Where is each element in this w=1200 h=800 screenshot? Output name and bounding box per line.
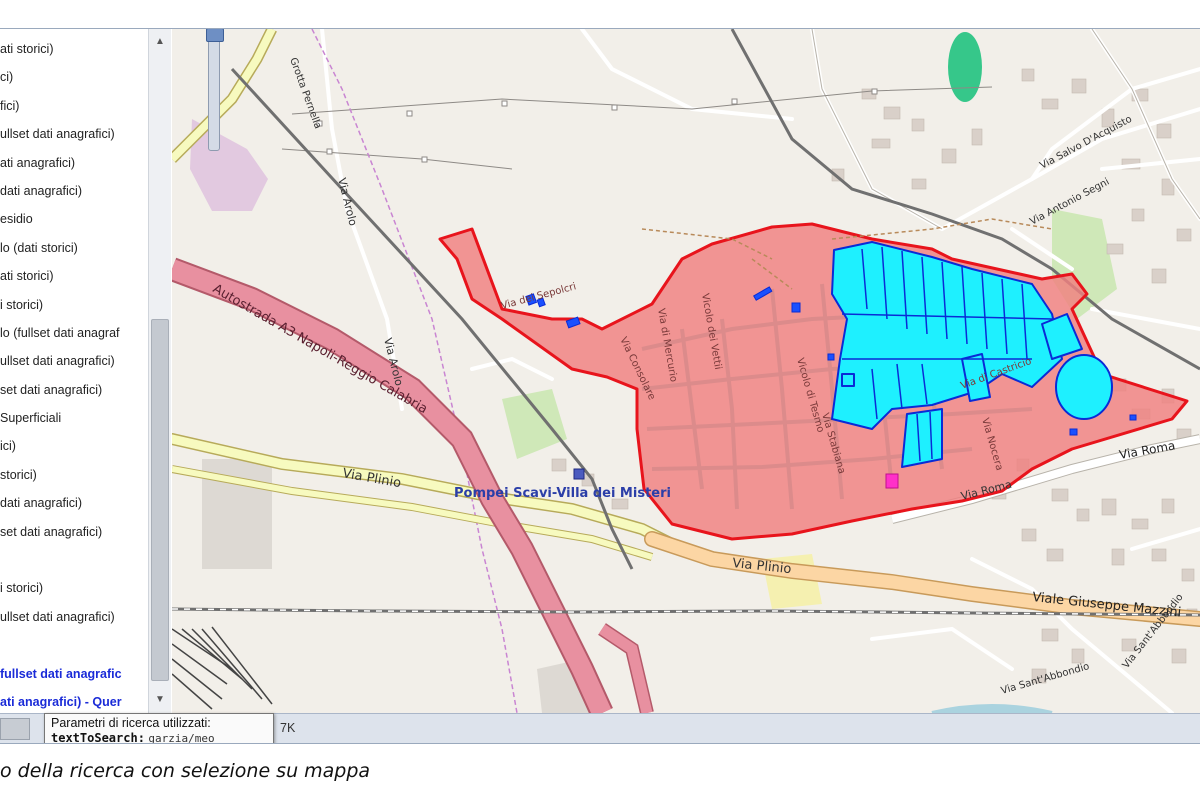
layer-item[interactable]: fici) (0, 92, 148, 120)
layer-item[interactable]: ati storici) (0, 262, 148, 290)
tooltip-key: textToSearch: (51, 731, 145, 744)
layer-item[interactable]: dati anagrafici) (0, 177, 148, 205)
layer-item[interactable]: ci) (0, 63, 148, 91)
app-window: ati storici) ci) fici) ullset dati anagrafi… (0, 28, 1200, 744)
scroll-up-arrow-icon[interactable]: ▲ (149, 31, 171, 53)
layer-item[interactable]: esidio (0, 205, 148, 233)
layer-item[interactable]: i storici) (0, 291, 148, 319)
highlight-point[interactable] (885, 473, 899, 489)
layer-item[interactable]: Superficiali (0, 404, 148, 432)
layer-item[interactable]: ullset dati anagrafici) (0, 603, 148, 631)
status-bar: Parametri di ricerca utilizzati: textToS… (0, 713, 1200, 744)
layer-item[interactable]: ullset dati anagrafici) (0, 347, 148, 375)
figure-caption: o della ricerca con selezione su mappa (0, 760, 371, 782)
map-view[interactable]: Via Plinio Via Plinio Viale Giuseppe Maz… (172, 29, 1200, 713)
tooltip-value: garzia/meo (148, 732, 215, 744)
tooltip-title: Parametri di ricerca utilizzati: (51, 716, 211, 730)
label-station: Pompei Scavi-Villa dei Misteri (454, 486, 671, 501)
zoom-slider-knob[interactable] (206, 29, 224, 42)
zoom-slider[interactable] (206, 29, 224, 151)
layer-item[interactable]: ici) (0, 432, 148, 460)
layer-panel-scrollbar[interactable]: ▲ ▼ (148, 29, 171, 713)
status-indicator (0, 718, 30, 740)
station-icon[interactable] (573, 468, 585, 480)
map-canvas[interactable]: Via Plinio Via Plinio Viale Giuseppe Maz… (172, 29, 1200, 713)
layer-item[interactable]: i storici) (0, 574, 148, 602)
search-params-tooltip: Parametri di ricerca utilizzati: textToS… (44, 713, 274, 744)
layer-item[interactable]: ati anagrafici) - Quer (0, 688, 148, 713)
layer-item[interactable]: storici) (0, 461, 148, 489)
layer-item[interactable] (0, 546, 148, 574)
scroll-down-arrow-icon[interactable]: ▼ (149, 689, 171, 711)
layer-item[interactable]: ati storici) (0, 35, 148, 63)
layer-item[interactable]: set dati anagrafici) (0, 518, 148, 546)
layer-item[interactable] (0, 631, 148, 659)
layer-item[interactable]: set dati anagrafici) (0, 376, 148, 404)
sports-field (948, 32, 982, 102)
scrollbar-thumb[interactable] (151, 319, 169, 681)
tooltip-query-line: textToSearch: garzia/meo (51, 731, 267, 744)
layer-item[interactable]: ullset dati anagrafici) (0, 120, 148, 148)
layer-list: ati storici) ci) fici) ullset dati anagrafi… (0, 35, 148, 713)
layer-item[interactable]: lo (dati storici) (0, 234, 148, 262)
layer-item[interactable]: ati anagrafici) (0, 149, 148, 177)
layer-item[interactable]: dati anagrafici) (0, 489, 148, 517)
layer-panel: ati storici) ci) fici) ullset dati anagrafi… (0, 29, 173, 713)
layer-item[interactable]: fullset dati anagrafic (0, 660, 148, 688)
layer-item[interactable]: lo (fullset dati anagraf (0, 319, 148, 347)
status-text: 7K (280, 721, 296, 735)
